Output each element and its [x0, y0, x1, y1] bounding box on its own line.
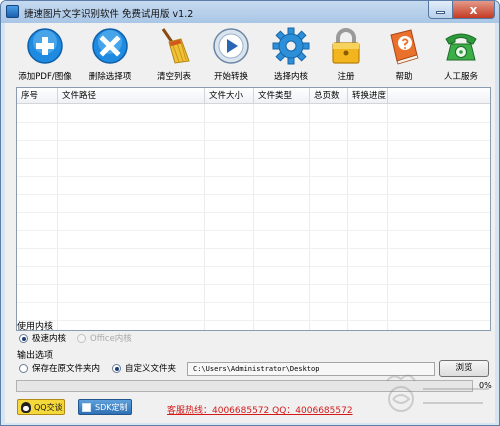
file-list[interactable]: 序号 文件路径 文件大小 文件类型 总页数 转换进度	[16, 87, 491, 331]
qq-penguin-icon	[21, 402, 31, 413]
column-index[interactable]: 序号	[17, 88, 58, 104]
start-convert-button[interactable]: 开始转换	[198, 25, 264, 83]
grid-line	[253, 104, 254, 330]
grid-line	[17, 140, 490, 141]
play-icon	[213, 28, 249, 64]
delete-selected-label: 删除选择项	[88, 72, 132, 82]
engine-group-label: 使用内核	[17, 322, 54, 332]
minimize-icon	[436, 11, 445, 14]
grid-line	[17, 302, 490, 303]
column-file-type[interactable]: 文件类型	[254, 88, 310, 104]
column-page-count[interactable]: 总页数	[310, 88, 348, 104]
main-panel: 添加PDF/图像 删除选择项 清空列表 开始转换 选择内核 注册 帮助 人工服务…	[5, 23, 495, 423]
grid-line	[17, 122, 490, 123]
output-source-folder-radio[interactable]	[19, 364, 28, 373]
grid-line	[17, 248, 490, 249]
sdk-custom-button[interactable]: SDK定制	[78, 399, 132, 415]
column-file-path[interactable]: 文件路径	[58, 88, 205, 104]
manual-service-button[interactable]: 人工服务	[428, 25, 494, 83]
output-group-label: 输出选项	[17, 351, 54, 361]
qq-chat-button[interactable]: QQ交谈	[17, 399, 65, 415]
toolbar: 添加PDF/图像 删除选择项 清空列表 开始转换 选择内核 注册 帮助 人工服务	[5, 23, 495, 85]
close-icon: x	[469, 2, 478, 17]
output-custom-folder-label[interactable]: 自定义文件夹	[125, 362, 176, 374]
broom-icon	[161, 28, 190, 64]
sdk-custom-label: SDK定制	[95, 403, 128, 412]
title-bar[interactable]: 捷速图片文字识别软件 免费试用版 v1.2 x	[1, 1, 499, 23]
grid-line	[17, 194, 490, 195]
window-title: 捷速图片文字识别软件 免费试用版 v1.2	[24, 9, 194, 20]
gear-icon	[272, 27, 310, 65]
app-icon	[6, 5, 19, 18]
grid-line	[17, 230, 490, 231]
app-window: 捷速图片文字识别软件 免费试用版 v1.2 x 添加PDF/图像 删除选择项 清…	[0, 0, 500, 426]
add-pdf-image-button[interactable]: 添加PDF/图像	[12, 25, 78, 83]
grid-line	[17, 320, 490, 321]
grid-line	[17, 176, 490, 177]
engine-fast-label[interactable]: 极速内核	[32, 332, 66, 344]
grid-line	[347, 104, 348, 330]
sdk-icon	[82, 403, 91, 412]
register-button[interactable]: 注册	[313, 25, 379, 83]
phone-icon	[445, 33, 477, 61]
window-controls: x	[428, 1, 495, 19]
lock-icon	[332, 28, 360, 64]
grid-line	[17, 212, 490, 213]
watermark-logo	[386, 374, 489, 412]
grid-line	[17, 158, 490, 159]
column-file-size[interactable]: 文件大小	[205, 88, 254, 104]
add-pdf-image-label: 添加PDF/图像	[18, 72, 72, 82]
engine-fast-radio[interactable]	[19, 334, 28, 343]
minimize-button[interactable]	[428, 1, 453, 19]
delete-selected-button[interactable]: 删除选择项	[77, 25, 143, 83]
start-convert-label: 开始转换	[213, 72, 248, 82]
manual-service-label: 人工服务	[443, 72, 478, 82]
help-book-icon	[390, 29, 419, 65]
close-button[interactable]: x	[453, 1, 495, 19]
grid-line	[387, 104, 388, 330]
qq-chat-label: QQ交谈	[34, 403, 63, 412]
grid-line	[204, 104, 205, 330]
output-custom-folder-radio[interactable]	[112, 364, 121, 373]
grid-line	[17, 266, 490, 267]
file-list-header: 序号 文件路径 文件大小 文件类型 总页数 转换进度	[17, 88, 490, 104]
register-label: 注册	[337, 72, 355, 82]
engine-office-radio	[77, 334, 86, 343]
grid-line	[57, 104, 58, 330]
grid-line	[17, 284, 490, 285]
output-source-folder-label[interactable]: 保存在原文件夹内	[32, 362, 100, 374]
delete-icon	[92, 28, 128, 64]
column-progress[interactable]: 转换进度	[348, 88, 388, 104]
add-icon	[27, 28, 63, 64]
grid-line	[309, 104, 310, 330]
engine-office-label: Office内核	[90, 334, 132, 344]
service-hotline-link[interactable]: 客服热线：4006685572 QQ：4006685572	[167, 403, 353, 416]
